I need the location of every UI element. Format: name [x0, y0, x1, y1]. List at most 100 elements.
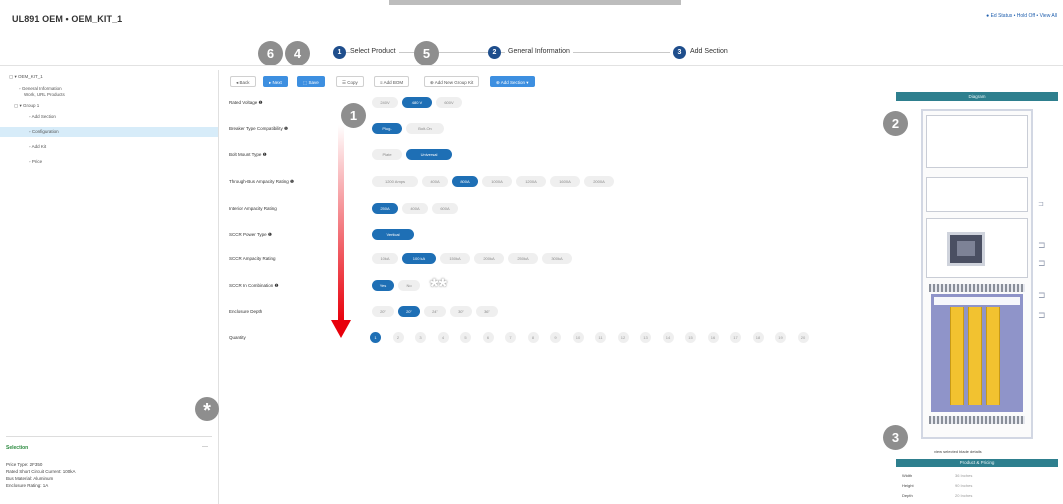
- quantity-option[interactable]: 17: [730, 332, 741, 343]
- busbar-a: [950, 307, 964, 405]
- add-bom-button[interactable]: ≡ Add BOM: [374, 76, 410, 87]
- callout-6: 6: [258, 41, 283, 66]
- wizard-step-2-label[interactable]: General Information: [505, 48, 573, 55]
- attribute-label: SCCR In Combination ❶: [229, 283, 279, 288]
- cabinet-section-top[interactable]: [926, 115, 1028, 168]
- add-group-kit-button[interactable]: ⊕ Add New Group Kit: [424, 76, 480, 87]
- option-chip[interactable]: 250kA: [508, 253, 538, 264]
- option-chip[interactable]: 20": [398, 306, 420, 317]
- option-chip[interactable]: 1200 Amps: [372, 176, 418, 187]
- quantity-option[interactable]: 13: [640, 332, 651, 343]
- busbar-c: [986, 307, 1000, 405]
- option-chip[interactable]: Bolt-On: [406, 123, 444, 134]
- selection-details-title: Selection: [6, 445, 29, 451]
- option-chip[interactable]: Universal: [406, 149, 452, 160]
- quantity-option[interactable]: 18: [752, 332, 764, 343]
- cabinet-section-middle[interactable]: [926, 177, 1028, 212]
- breaker-handle: [957, 241, 975, 256]
- option-chip[interactable]: 600V: [436, 97, 462, 108]
- save-button[interactable]: ⬚ Save: [297, 76, 325, 87]
- option-chip[interactable]: 300kA: [542, 253, 572, 264]
- option-chip[interactable]: 250A: [372, 203, 398, 214]
- option-chip[interactable]: 200kA: [474, 253, 504, 264]
- option-chip[interactable]: Plug-: [372, 123, 402, 134]
- option-chip[interactable]: 600A: [432, 203, 458, 214]
- tree-item-price[interactable]: ◦ Price: [29, 159, 42, 164]
- details-line: Price Type: 2F350: [6, 462, 43, 467]
- wizard-step-2-marker[interactable]: 2: [488, 46, 501, 59]
- quantity-option[interactable]: 7: [505, 332, 516, 343]
- add-section-dropdown-button[interactable]: ⊕ Add Section ▾: [490, 76, 535, 87]
- wizard-step-1-label[interactable]: Select Product: [350, 48, 399, 55]
- tree-item-configuration[interactable]: ◦ Configuration: [29, 129, 59, 134]
- tree-item-general-information[interactable]: ◦ General Information: [19, 86, 62, 91]
- tree-item-group[interactable]: ▢ ▾ Group 1: [14, 103, 39, 109]
- option-chip[interactable]: Vertical: [372, 229, 414, 240]
- attribute-label: Bolt Mount Type ❶: [229, 152, 267, 157]
- details-line: Bus Material: Aluminum: [6, 476, 54, 481]
- quantity-option[interactable]: 10: [572, 332, 584, 343]
- bracket-icon: ⊐: [1038, 201, 1044, 208]
- quantity-option[interactable]: 3: [415, 332, 426, 343]
- callout-4: 4: [285, 41, 310, 66]
- option-chip[interactable]: 10kA: [372, 253, 398, 264]
- quantity-option[interactable]: 16: [707, 332, 719, 343]
- option-chip[interactable]: 1000A: [482, 176, 512, 187]
- tree-item-kit[interactable]: ▢ ▾ OEM_KIT_1: [9, 74, 43, 80]
- option-chip[interactable]: 480 V: [402, 97, 432, 108]
- collapse-icon[interactable]: —: [202, 444, 208, 450]
- top-right-links[interactable]: ● Ed Status • Hold Off • View All: [986, 13, 1057, 19]
- quantity-option[interactable]: 15: [685, 332, 696, 343]
- tree-item-add-kit[interactable]: ◦ Add Kit: [29, 144, 46, 149]
- callout-3: 3: [883, 425, 908, 450]
- attribute-label: Enclosure Depth: [229, 309, 263, 314]
- quantity-option[interactable]: 11: [595, 332, 606, 343]
- quantity-option[interactable]: 14: [662, 332, 674, 343]
- quantity-option[interactable]: 4: [437, 332, 449, 343]
- quantity-option[interactable]: 1: [370, 332, 381, 343]
- option-chip[interactable]: 240V: [372, 97, 398, 108]
- quantity-option[interactable]: 5: [460, 332, 471, 343]
- option-chip[interactable]: 150kA: [440, 253, 470, 264]
- next-button[interactable]: ▸ Next: [263, 76, 288, 87]
- quantity-option[interactable]: 20: [797, 332, 809, 343]
- tree-item-add-section[interactable]: ◦ Add Section: [29, 114, 56, 119]
- option-chip[interactable]: 400A: [422, 176, 448, 187]
- quantity-option[interactable]: 19: [775, 332, 786, 343]
- details-line: Enclosure Rating: 1A: [6, 483, 49, 488]
- option-chip[interactable]: Plate: [372, 149, 402, 160]
- callout-star-single: *: [195, 397, 219, 422]
- option-chip[interactable]: 2000A: [584, 176, 614, 187]
- attribute-label: Breaker Type Compatibility ❶: [229, 126, 288, 131]
- quantity-option[interactable]: 8: [527, 332, 539, 343]
- option-chip[interactable]: 24": [424, 306, 446, 317]
- callout-2: 2: [883, 111, 908, 136]
- wizard-step-3-marker[interactable]: 3: [673, 46, 686, 59]
- quantity-option[interactable]: 12: [617, 332, 629, 343]
- option-chip[interactable]: 400A: [402, 203, 428, 214]
- attribute-label: Rated Voltage ❶: [229, 100, 263, 105]
- option-chip[interactable]: 1600A: [550, 176, 580, 187]
- wizard-step-3-label[interactable]: Add Section: [690, 48, 728, 55]
- option-chip[interactable]: 20": [372, 306, 394, 317]
- option-chip[interactable]: 36": [476, 306, 498, 317]
- option-chip[interactable]: 30": [450, 306, 472, 317]
- wizard-step-1-marker[interactable]: 1: [333, 46, 346, 59]
- option-chip[interactable]: 1200A: [516, 176, 546, 187]
- option-chip[interactable]: 800A: [452, 176, 478, 187]
- attribute-label: Through-Bus Ampacity Rating ❶: [229, 179, 295, 184]
- quantity-option[interactable]: 2: [392, 332, 404, 343]
- callout-star-double: **: [430, 274, 448, 299]
- bracket-icon: ⊐: [1038, 240, 1046, 250]
- bus-rail-top: [929, 284, 1025, 292]
- option-chip[interactable]: No: [398, 280, 420, 291]
- quantity-option[interactable]: 6: [482, 332, 494, 343]
- option-chip[interactable]: 100 kA: [402, 253, 436, 264]
- rating-label: Width: [902, 473, 913, 478]
- view-blade-details-link[interactable]: view selected blade details: [934, 449, 982, 454]
- copy-button[interactable]: ☰ Copy: [336, 76, 364, 87]
- option-chip[interactable]: Yes: [372, 280, 394, 291]
- rating-value: 20 Inches: [955, 493, 973, 498]
- quantity-option[interactable]: 9: [550, 332, 561, 343]
- back-button[interactable]: ◂ Back: [230, 76, 256, 87]
